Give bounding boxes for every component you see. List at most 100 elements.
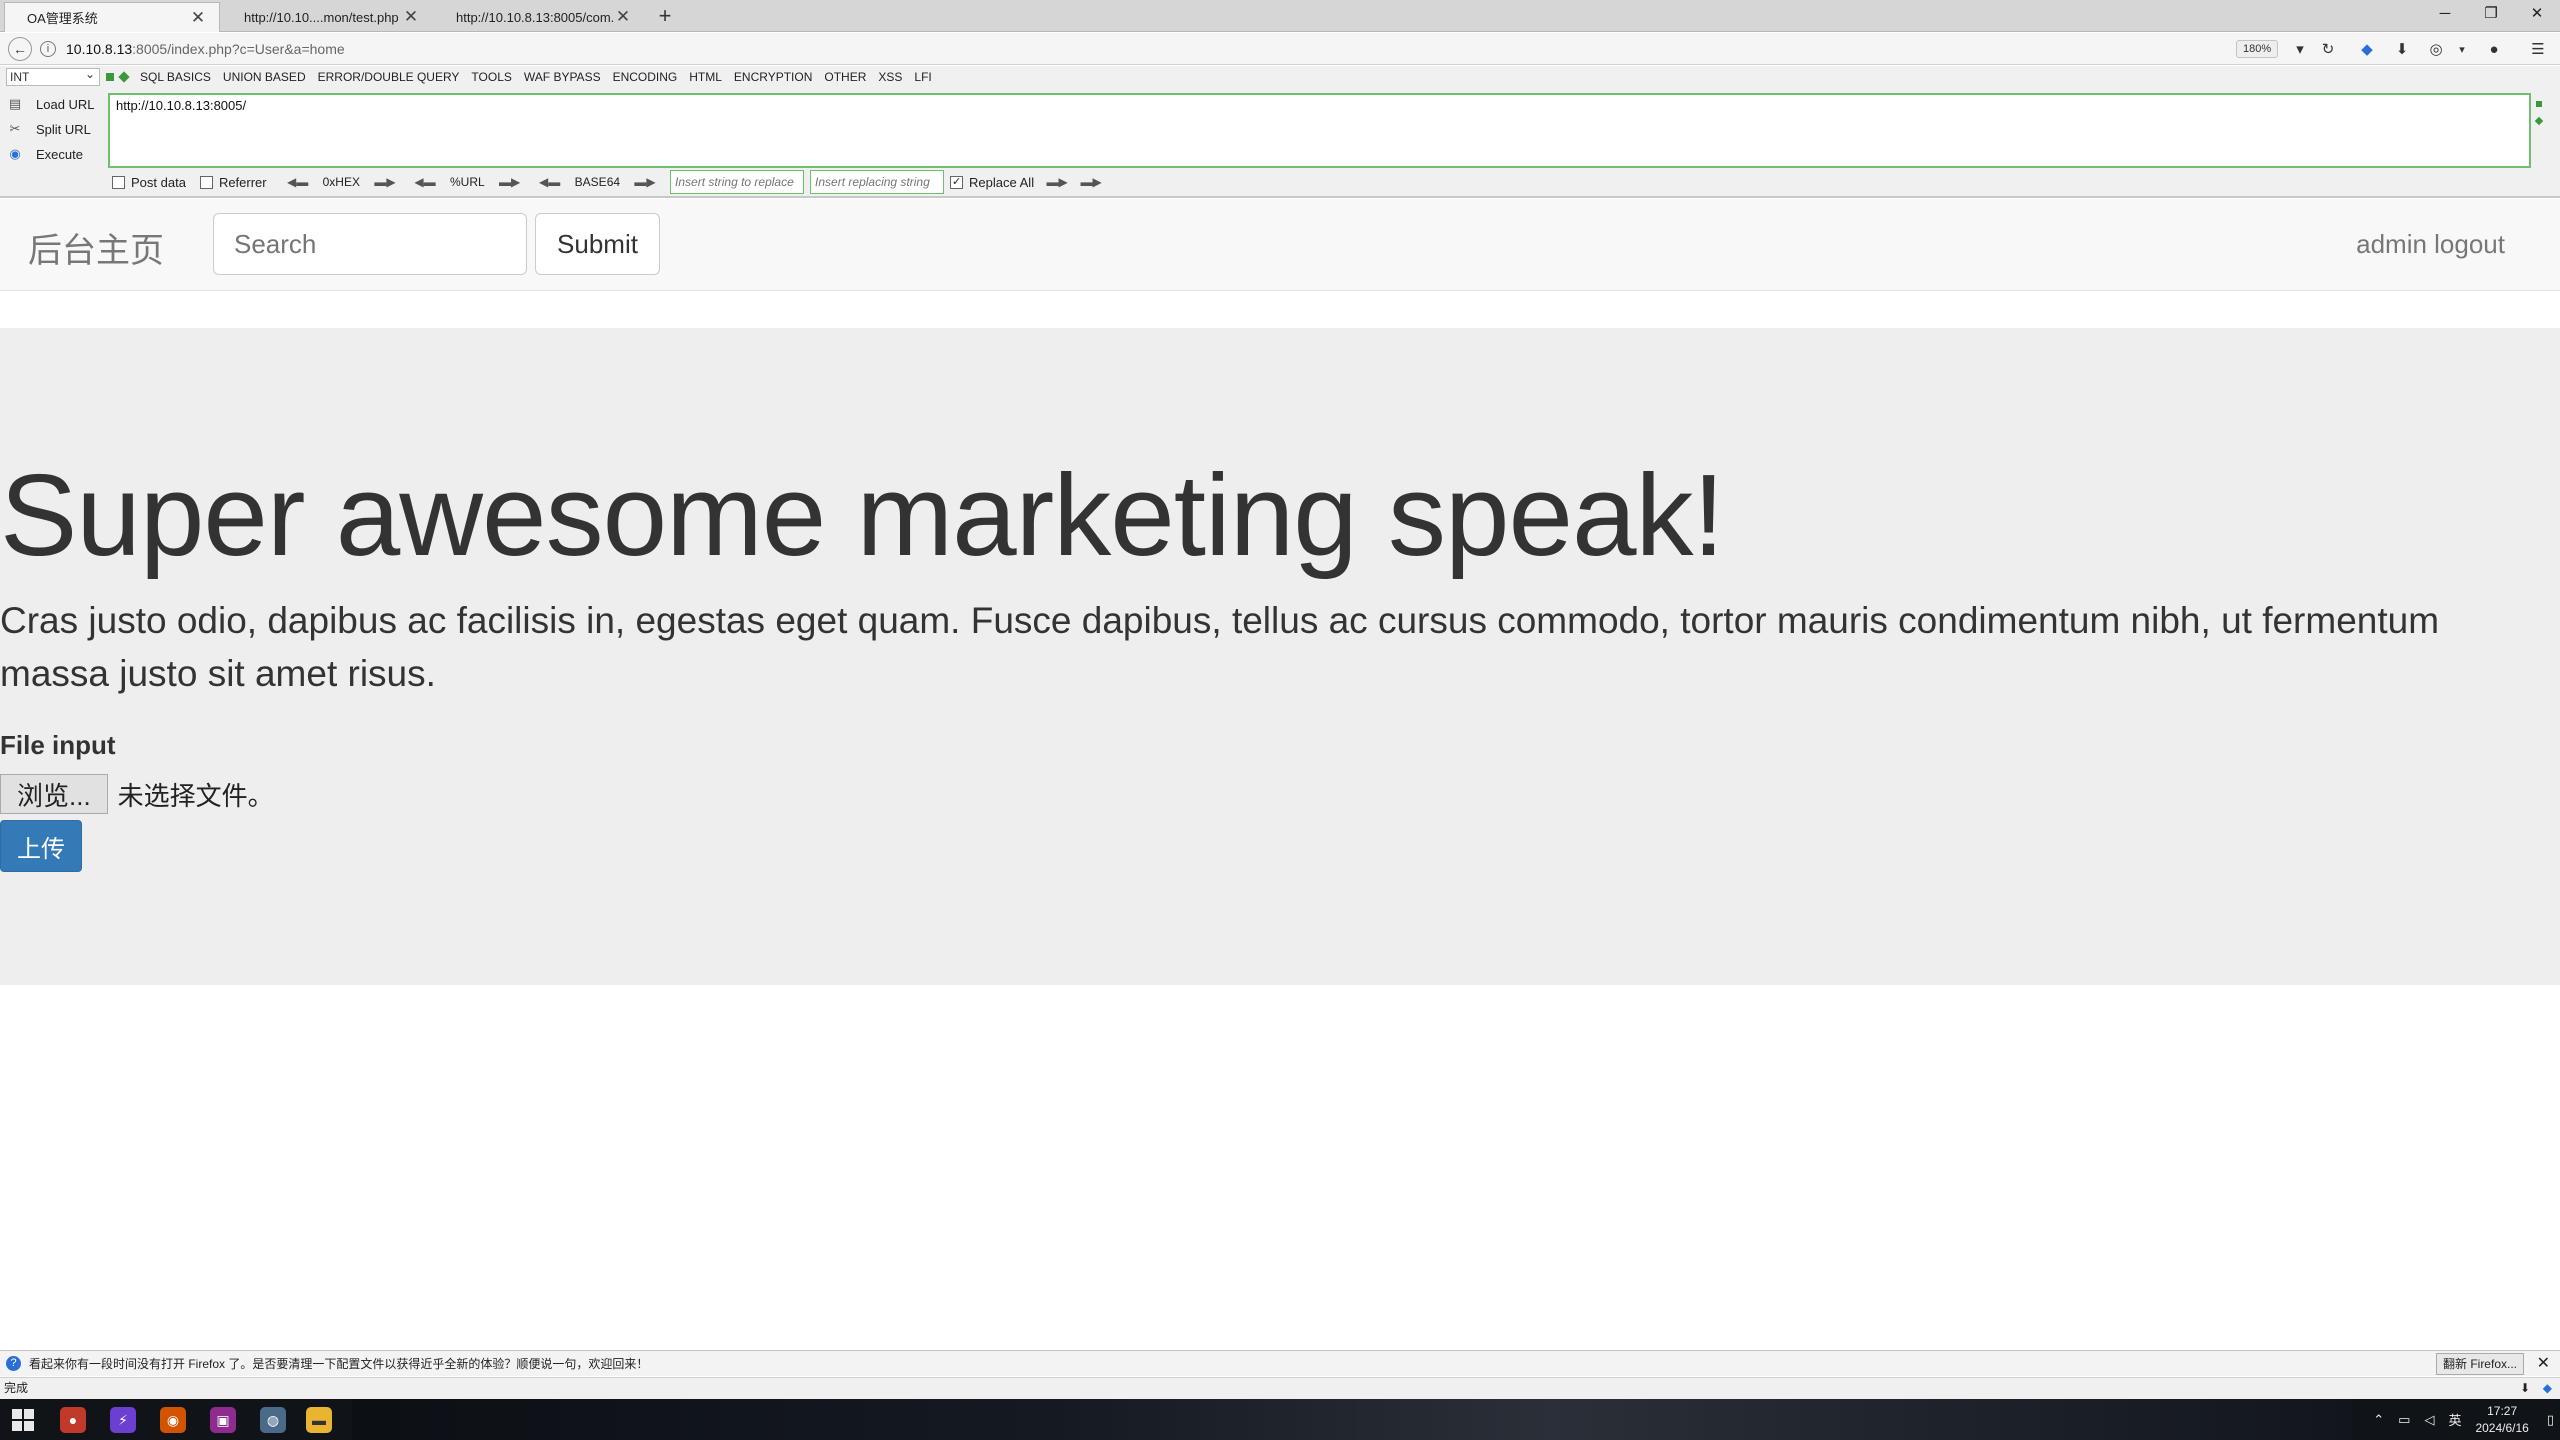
menu-tools[interactable]: TOOLS	[471, 70, 511, 84]
status-bar: 完成 ⬇ ◆	[0, 1377, 2560, 1399]
app-purple-icon[interactable]: ⚡	[110, 1407, 136, 1433]
encode-right-arrow-icon[interactable]: ▬▶	[374, 176, 396, 188]
network-icon[interactable]: ▭	[2398, 1412, 2410, 1428]
extension-dropdown-icon[interactable]: ▾	[2452, 40, 2472, 60]
refresh-firefox-button[interactable]: 翻新 Firefox...	[2435, 1353, 2524, 1375]
upload-button[interactable]: 上传	[0, 820, 82, 872]
notification-center-icon[interactable]: ▯	[2547, 1412, 2554, 1428]
file-explorer-icon[interactable]: ▬	[306, 1407, 332, 1433]
file-input-label: File input	[0, 730, 116, 760]
encode-right-arrow-icon[interactable]: ▬▶	[634, 176, 656, 188]
close-tab-icon[interactable]: ✕	[614, 7, 632, 27]
replace-all-arrow-icon[interactable]: ▬▶	[1080, 176, 1102, 188]
hackbar-url-textarea[interactable]: http://10.10.8.13:8005/	[108, 93, 2531, 168]
window-close-icon[interactable]: ✕	[2514, 0, 2560, 28]
dropdown-icon[interactable]: ▾	[2290, 40, 2310, 60]
menu-waf-bypass[interactable]: WAF BYPASS	[524, 70, 601, 84]
menu-other[interactable]: OTHER	[824, 70, 866, 84]
tray-expand-icon[interactable]: ⌃	[2373, 1412, 2384, 1428]
execute-icon: ◉	[9, 145, 21, 161]
back-arrow-icon[interactable]: ←	[8, 37, 32, 61]
tab-oa-system[interactable]: OA管理系统 ✕	[4, 2, 220, 32]
close-tab-icon[interactable]: ✕	[189, 8, 207, 28]
post-data-checkbox[interactable]: Post data	[112, 175, 186, 190]
green-plus-icon[interactable]	[118, 71, 130, 83]
url-bar[interactable]: i 10.10.8.13:8005/index.php?c=User&a=hom…	[40, 36, 2290, 62]
decode-left-arrow-icon[interactable]: ◀▬	[539, 176, 561, 188]
menu-encoding[interactable]: ENCODING	[613, 70, 678, 84]
ime-indicator[interactable]: 英	[2448, 1410, 2461, 1429]
brand-link[interactable]: 后台主页	[28, 223, 164, 272]
base64-label: BASE64	[574, 175, 621, 189]
zoom-level[interactable]: 180%	[2236, 40, 2279, 58]
url-host: 10.10.8.13	[66, 41, 133, 57]
replace-right-arrow-icon[interactable]: ▬▶	[1046, 176, 1068, 188]
close-notification-icon[interactable]: ✕	[2537, 1353, 2550, 1373]
submit-button[interactable]: Submit	[535, 213, 660, 275]
tab-label: http://10.10.8.13:8005/com...	[456, 9, 614, 25]
load-url-button[interactable]: ▤ Load URL	[6, 92, 106, 117]
hackbar-menu: INT SQL BASICS UNION BASED ERROR/DOUBLE …	[0, 66, 2560, 88]
checkbox-checked-icon[interactable]: ✓	[950, 175, 964, 189]
extension-status-icon[interactable]: ◆	[2543, 1378, 2552, 1398]
tab-common[interactable]: http://10.10.8.13:8005/com... ✕	[434, 2, 644, 32]
post-data-label: Post data	[131, 174, 186, 190]
download-icon[interactable]: ⬇	[2392, 40, 2412, 60]
menu-encryption[interactable]: ENCRYPTION	[734, 70, 812, 84]
jumbotron: Super awesome marketing speak! Cras just…	[0, 328, 2560, 985]
replacing-string-input[interactable]	[810, 170, 945, 194]
file-input[interactable]: 浏览... 未选择文件。	[0, 774, 274, 814]
no-file-selected-text: 未选择文件。	[117, 780, 274, 811]
url-encode-label: %URL	[449, 175, 485, 189]
menu-sql-basics[interactable]: SQL BASICS	[140, 70, 211, 84]
search-input[interactable]	[213, 213, 527, 275]
menu-icon[interactable]: ☰	[2528, 40, 2548, 60]
hackbar-type-select[interactable]: INT	[6, 66, 100, 86]
menu-html[interactable]: HTML	[689, 70, 722, 84]
ide-icon[interactable]: ▣	[210, 1407, 236, 1433]
replace-all-checkbox[interactable]: ✓ Replace All	[950, 175, 1034, 190]
download-status-icon[interactable]: ⬇	[2520, 1378, 2530, 1398]
volume-icon[interactable]: ◁	[2424, 1412, 2434, 1428]
replace-string-input[interactable]	[670, 170, 805, 194]
tab-label: http://10.10....mon/test.php	[244, 9, 399, 25]
reload-icon[interactable]: ↻	[2318, 40, 2338, 60]
execute-label: Execute	[36, 147, 83, 162]
green-minus-icon[interactable]	[106, 73, 114, 81]
checkbox-box[interactable]	[112, 175, 125, 189]
execute-button[interactable]: ◉ Execute	[6, 142, 106, 167]
checkbox-box[interactable]	[199, 175, 213, 189]
close-tab-icon[interactable]: ✕	[402, 7, 420, 27]
referrer-checkbox[interactable]: Referrer	[199, 175, 267, 190]
bookmark-icon[interactable]: ◆	[2357, 40, 2377, 60]
browse-button[interactable]: 浏览...	[0, 774, 108, 814]
minimize-icon[interactable]: ─	[2422, 0, 2468, 28]
hackbar-panel: INT SQL BASICS UNION BASED ERROR/DOUBLE …	[0, 66, 2560, 198]
vm-icon[interactable]: ◍	[260, 1407, 286, 1433]
tab-test-php[interactable]: http://10.10....mon/test.php ✕	[222, 2, 432, 32]
tab-label: OA管理系统	[27, 11, 98, 26]
extension-icon[interactable]: ◎	[2426, 40, 2446, 60]
windows-start-icon[interactable]	[12, 1409, 34, 1431]
lead-paragraph: Cras justo odio, dapibus ac facilisis in…	[0, 600, 2440, 694]
menu-union-based[interactable]: UNION BASED	[223, 70, 306, 84]
info-icon[interactable]: i	[40, 41, 56, 57]
firefox-developer-icon[interactable]: ◉	[160, 1407, 186, 1433]
decode-left-arrow-icon[interactable]: ◀▬	[287, 176, 309, 188]
status-text: 完成	[4, 1381, 29, 1395]
new-tab-icon[interactable]: +	[652, 4, 678, 30]
green-minus-side-icon[interactable]	[2536, 101, 2542, 107]
admin-logout-link[interactable]: admin logout	[2356, 229, 2505, 260]
notification-text: 看起来你有一段时间没有打开 Firefox 了。是否要清理一下配置文件以获得近乎…	[29, 1357, 649, 1371]
encode-right-arrow-icon[interactable]: ▬▶	[499, 176, 521, 188]
green-plus-side-icon[interactable]	[2534, 116, 2544, 126]
menu-xss[interactable]: XSS	[878, 70, 902, 84]
restore-icon[interactable]: ❐	[2468, 0, 2514, 28]
account-icon[interactable]: ●	[2484, 40, 2504, 60]
firefox-icon[interactable]: ●	[60, 1407, 86, 1433]
menu-error-double-query[interactable]: ERROR/DOUBLE QUERY	[318, 70, 460, 84]
split-url-button[interactable]: ✂ Split URL	[6, 117, 106, 142]
decode-left-arrow-icon[interactable]: ◀▬	[414, 176, 436, 188]
menu-lfi[interactable]: LFI	[914, 70, 931, 84]
clock[interactable]: 17:27 2024/6/16	[2475, 1403, 2528, 1437]
